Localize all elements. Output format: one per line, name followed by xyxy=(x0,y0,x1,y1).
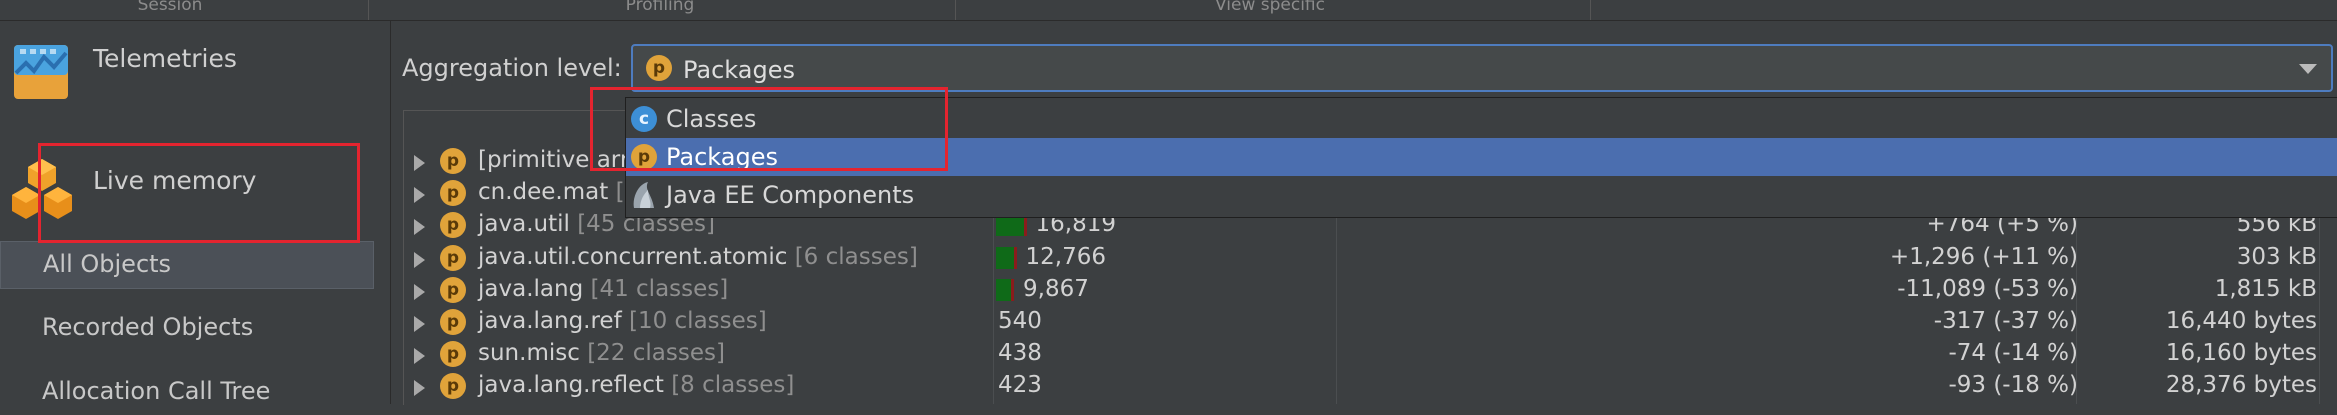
highlight-box-live-memory xyxy=(38,143,360,243)
package-name: cn.dee.mat [1 xyxy=(478,179,639,205)
instance-count: 423 xyxy=(998,372,1042,399)
expand-arrow-icon[interactable] xyxy=(414,251,425,268)
aggregation-level-label: Aggregation level: xyxy=(402,54,622,82)
instance-count-bar xyxy=(996,278,1014,301)
class-count: [10 classes] xyxy=(628,308,767,334)
package-icon: p xyxy=(440,341,466,368)
instance-count: 9,867 xyxy=(1023,275,1089,302)
expand-arrow-icon[interactable] xyxy=(414,348,425,365)
sidebar-item-all-objects[interactable]: All Objects xyxy=(0,241,374,289)
size-value: 28,376 bytes xyxy=(2165,372,2317,399)
section-divider xyxy=(368,0,369,20)
sidebar-item-label: Allocation Call Tree xyxy=(42,377,271,405)
instance-count: 438 xyxy=(998,340,1042,367)
difference-value: -74 (-14 %) xyxy=(1948,340,2078,367)
table-row[interactable]: p java.lang.ref [10 classes] 540 -317 (-37 … xyxy=(404,307,2337,339)
difference-value: -93 (-18 %) xyxy=(1948,372,2078,399)
section-session: Session xyxy=(137,0,203,15)
size-value: 1,815 kB xyxy=(2214,275,2317,302)
option-label: Java EE Components xyxy=(666,181,915,209)
size-value: 16,160 bytes xyxy=(2165,340,2317,367)
table-row[interactable]: p java.lang [41 classes] 9,867 -11,089 (-53… xyxy=(404,275,2337,307)
difference-value: +1,296 (+11 %) xyxy=(1889,243,2078,270)
difference-value: -11,089 (-53 %) xyxy=(1897,275,2078,302)
package-icon: p xyxy=(440,373,466,400)
highlight-box-dropdown-options xyxy=(590,87,948,171)
expand-arrow-icon[interactable] xyxy=(414,316,425,332)
package-icon: p xyxy=(646,55,672,81)
sidebar-item-telemetries[interactable]: Telemetries xyxy=(0,21,390,101)
telemetry-icon xyxy=(14,45,68,99)
package-name: java.util.concurrent.atomic [6 classes] xyxy=(478,243,918,270)
difference-value: -317 (-37 %) xyxy=(1933,308,2078,334)
section-divider xyxy=(955,0,956,20)
expand-arrow-icon[interactable] xyxy=(414,283,425,300)
chevron-down-icon[interactable] xyxy=(2299,64,2317,74)
section-profiling: Profiling xyxy=(625,0,695,15)
size-value: 303 kB xyxy=(2236,243,2317,270)
package-icon: p xyxy=(440,180,466,207)
table-row[interactable]: p sun.misc [22 classes] 438 -74 (-14 %) 16,1… xyxy=(404,339,2337,371)
section-divider xyxy=(1590,0,1591,20)
package-icon: p xyxy=(440,309,466,335)
expand-arrow-icon[interactable] xyxy=(414,219,425,236)
table-row[interactable]: p java.util.concurrent.atomic [6 classes]… xyxy=(404,243,2337,275)
aggregation-selected-value: Packages xyxy=(683,56,795,84)
section-view-specific: View specific xyxy=(1215,0,1325,15)
sidebar-item-label: Recorded Objects xyxy=(42,313,254,341)
package-icon: p xyxy=(440,148,466,174)
table-row[interactable]: p java.lang.reflect [8 classes] 423 -93 (-1… xyxy=(404,371,2337,403)
class-count: [6 classes] xyxy=(794,243,918,270)
expand-arrow-icon[interactable] xyxy=(414,187,425,204)
package-icon: p xyxy=(440,276,466,303)
class-count: [8 classes] xyxy=(671,372,795,399)
sidebar-item-recorded-objects[interactable]: Recorded Objects xyxy=(0,305,372,351)
sidebar-item-label: Telemetries xyxy=(93,44,237,73)
instance-count: 540 xyxy=(998,308,1042,334)
instance-count: 12,766 xyxy=(1025,243,1106,270)
package-name: java.lang.ref [10 classes] xyxy=(478,308,767,334)
package-icon: p xyxy=(440,212,466,239)
sidebar-item-label: All Objects xyxy=(43,250,172,278)
class-count: [22 classes] xyxy=(587,340,725,367)
class-count: [41 classes] xyxy=(590,275,729,302)
package-name: sun.misc [22 classes] xyxy=(478,340,725,367)
instance-count-bar xyxy=(996,246,1017,269)
expand-arrow-icon[interactable] xyxy=(414,155,425,171)
sidebar-item-allocation-call-tree[interactable]: Allocation Call Tree xyxy=(0,369,372,415)
size-value: 16,440 bytes xyxy=(2165,308,2317,334)
option-java-ee-components[interactable]: Java EE Components xyxy=(626,176,2337,214)
package-icon: p xyxy=(440,244,466,271)
java-ee-component-icon xyxy=(633,182,654,208)
expand-arrow-icon[interactable] xyxy=(414,380,425,397)
package-name: java.lang [41 classes] xyxy=(478,275,729,302)
aggregation-level-select[interactable]: p Packages xyxy=(631,44,2333,92)
section-header-bar: Session Profiling View specific xyxy=(0,0,2337,21)
package-name: java.lang.reflect [8 classes] xyxy=(478,372,795,399)
